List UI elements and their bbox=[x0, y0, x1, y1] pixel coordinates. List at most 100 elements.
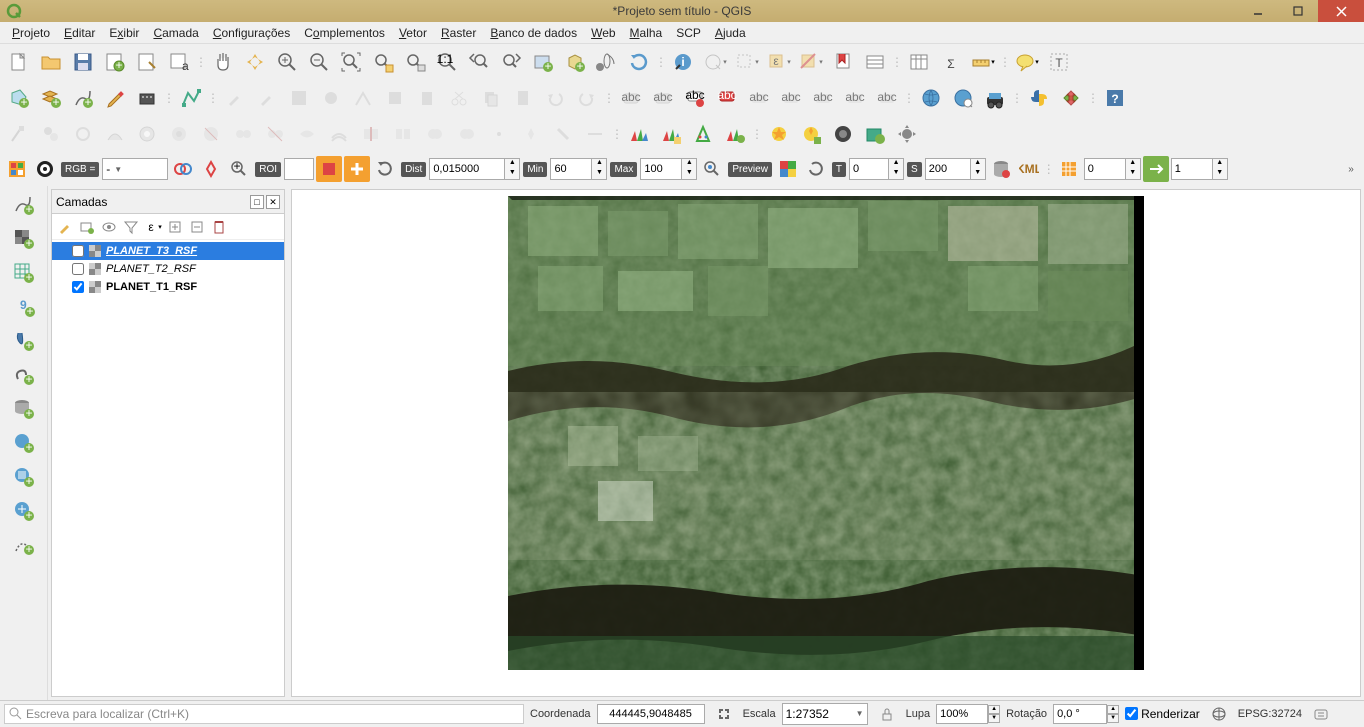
s-input[interactable] bbox=[925, 158, 971, 180]
layer-checkbox[interactable] bbox=[72, 281, 84, 293]
layer-item[interactable]: PLANET_T2_RSF bbox=[52, 260, 284, 278]
messages-button[interactable] bbox=[1308, 701, 1334, 727]
save-edits-button[interactable] bbox=[284, 83, 314, 113]
processing-toolbox-button[interactable] bbox=[132, 83, 162, 113]
menu-configuracoes[interactable]: Configurações bbox=[207, 24, 296, 42]
scale-select[interactable]: 1:27352▼ bbox=[782, 703, 868, 725]
layer-checkbox[interactable] bbox=[72, 245, 84, 257]
menu-ajuda[interactable]: Ajuda bbox=[709, 24, 752, 42]
adv-move-button[interactable] bbox=[36, 119, 66, 149]
hist-input[interactable] bbox=[1084, 158, 1126, 180]
label-tool1-button[interactable]: abc bbox=[616, 83, 646, 113]
menu-banco[interactable]: Banco de dados bbox=[484, 24, 583, 42]
last-input[interactable] bbox=[1171, 158, 1213, 180]
vertex-tool-button[interactable] bbox=[176, 83, 206, 113]
vertex-tool2-button[interactable] bbox=[348, 83, 378, 113]
layer-style-button[interactable] bbox=[56, 218, 74, 236]
menu-malha[interactable]: Malha bbox=[624, 24, 669, 42]
scp-kml-button[interactable]: KML bbox=[1016, 156, 1042, 182]
layer-visibility-button[interactable] bbox=[100, 218, 118, 236]
locator-search[interactable]: Escreva para localizar (Ctrl+K) bbox=[4, 704, 524, 724]
menu-vetor[interactable]: Vetor bbox=[393, 24, 433, 42]
map-tips-button[interactable]: ▾ bbox=[1012, 47, 1042, 77]
maximize-button[interactable] bbox=[1278, 0, 1318, 22]
scp-hist-refresh-button[interactable] bbox=[803, 156, 829, 182]
map-canvas[interactable] bbox=[291, 189, 1361, 697]
spectral-sig-button[interactable] bbox=[624, 119, 654, 149]
new-map-view-button[interactable]: + bbox=[528, 47, 558, 77]
new-print-layout-button[interactable]: + bbox=[100, 47, 130, 77]
paste-features-button[interactable] bbox=[508, 83, 538, 113]
python-console-button[interactable] bbox=[1024, 83, 1054, 113]
layer-item[interactable]: PLANET_T3_RSF bbox=[52, 242, 284, 260]
add-vector-layer-button[interactable]: + bbox=[9, 190, 39, 220]
postprocess2-button[interactable] bbox=[796, 119, 826, 149]
adv-del-part-button[interactable] bbox=[260, 119, 290, 149]
adv-merge-button[interactable] bbox=[420, 119, 450, 149]
adv-del-ring-button[interactable] bbox=[196, 119, 226, 149]
layer-remove-button[interactable] bbox=[210, 218, 228, 236]
scp-class-button[interactable] bbox=[775, 156, 801, 182]
roi-input[interactable] bbox=[284, 158, 314, 180]
menu-scp[interactable]: SCP bbox=[670, 24, 707, 42]
adv-digitize-button[interactable] bbox=[4, 119, 34, 149]
scp-input-button[interactable] bbox=[4, 156, 30, 182]
add-postgis-button[interactable]: + bbox=[9, 326, 39, 356]
label-move-button[interactable]: abc bbox=[776, 83, 806, 113]
lock-scale-button[interactable] bbox=[874, 701, 900, 727]
menu-complementos[interactable]: Complementos bbox=[298, 24, 391, 42]
add-polygon-button[interactable]: + bbox=[4, 83, 34, 113]
spectral-plot-button[interactable] bbox=[656, 119, 686, 149]
add-spatialite-button[interactable]: + bbox=[9, 360, 39, 390]
preview-label[interactable]: Preview bbox=[728, 162, 772, 177]
adv-split-parts-button[interactable] bbox=[388, 119, 418, 149]
panel-close-button[interactable]: ✕ bbox=[266, 195, 280, 209]
toggle-edit2-button[interactable] bbox=[252, 83, 282, 113]
zoom-out-button[interactable] bbox=[304, 47, 334, 77]
scp-hist-button[interactable] bbox=[1056, 156, 1082, 182]
scp-target-button[interactable] bbox=[32, 156, 58, 182]
label-props-button[interactable]: abc bbox=[840, 83, 870, 113]
zoom-to-selection-button[interactable] bbox=[368, 47, 398, 77]
zoom-in-button[interactable] bbox=[272, 47, 302, 77]
scp-add-button[interactable] bbox=[344, 156, 370, 182]
new-bookmark-button[interactable] bbox=[828, 47, 858, 77]
max-input[interactable] bbox=[640, 158, 682, 180]
max-spinner[interactable]: ▲▼ bbox=[640, 158, 697, 180]
min-spinner[interactable]: ▲▼ bbox=[550, 158, 607, 180]
coord-input[interactable] bbox=[597, 704, 705, 724]
adv-ring-button[interactable] bbox=[132, 119, 162, 149]
new-virtual-layer-button[interactable]: + bbox=[9, 530, 39, 560]
min-input[interactable] bbox=[550, 158, 592, 180]
menu-editar[interactable]: Editar bbox=[58, 24, 101, 42]
minimize-button[interactable] bbox=[1238, 0, 1278, 22]
select-by-expression-button[interactable]: ε▾ bbox=[764, 47, 794, 77]
spectral-dist-button[interactable] bbox=[720, 119, 750, 149]
layer-item[interactable]: PLANET_T1_RSF bbox=[52, 278, 284, 296]
adv-add-part-button[interactable] bbox=[228, 119, 258, 149]
add-raster-layer-button[interactable]: + bbox=[9, 224, 39, 254]
layer-expand-all-button[interactable] bbox=[166, 218, 184, 236]
label-rotate-button[interactable]: abc bbox=[808, 83, 838, 113]
new-shapefile-button[interactable]: + bbox=[68, 83, 98, 113]
rotation-spinner[interactable]: ▲▼ bbox=[1053, 704, 1119, 724]
scp-activate-button[interactable] bbox=[316, 156, 342, 182]
batch-button[interactable] bbox=[860, 119, 890, 149]
adv-split-button[interactable] bbox=[356, 119, 386, 149]
add-wms-button[interactable]: + bbox=[9, 428, 39, 458]
show-bookmarks-button[interactable] bbox=[860, 47, 890, 77]
s-spinner[interactable]: ▲▼ bbox=[925, 158, 986, 180]
field-calculator-button[interactable]: Σ bbox=[936, 47, 966, 77]
open-project-button[interactable] bbox=[36, 47, 66, 77]
magnifier-spinner[interactable]: ▲▼ bbox=[936, 704, 1000, 724]
add-wfs-button[interactable]: + bbox=[9, 496, 39, 526]
magnifier-input[interactable] bbox=[936, 704, 988, 724]
close-button[interactable] bbox=[1318, 0, 1364, 22]
label-auto-button[interactable]: abc bbox=[872, 83, 902, 113]
add-delimited-text-button[interactable]: 9,+ bbox=[9, 292, 39, 322]
select-features-button[interactable]: ▾ bbox=[732, 47, 762, 77]
measure-button[interactable]: ▾ bbox=[968, 47, 998, 77]
zoom-last-button[interactable] bbox=[464, 47, 494, 77]
scp-redo-button[interactable] bbox=[372, 156, 398, 182]
cut-features-button[interactable] bbox=[444, 83, 474, 113]
